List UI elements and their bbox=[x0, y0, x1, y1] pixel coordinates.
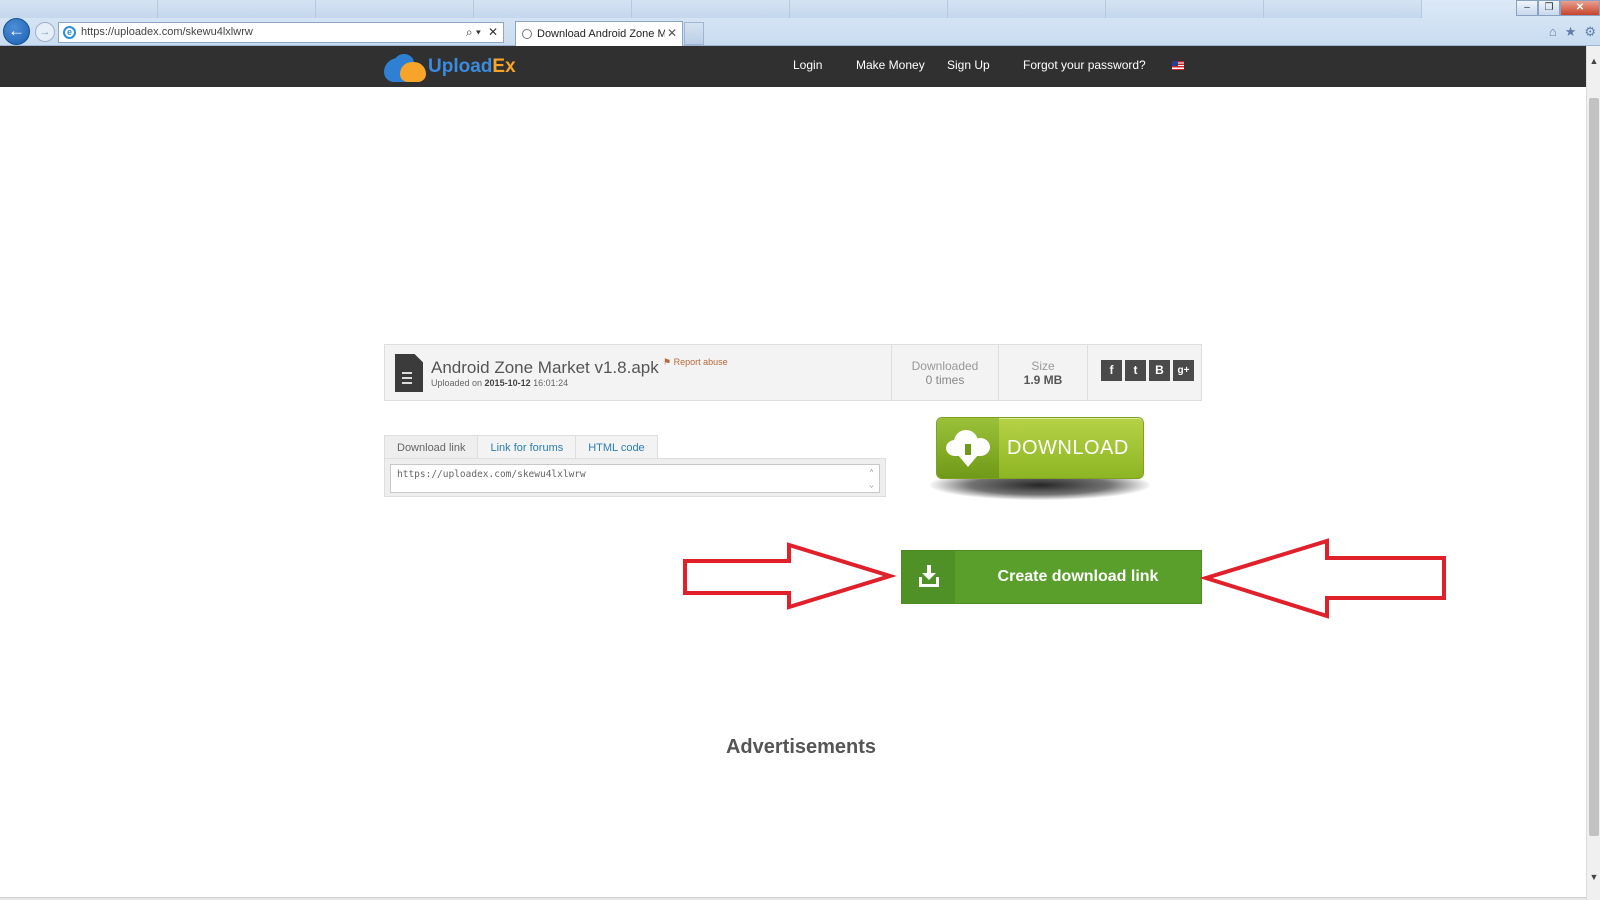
red-arrow-right bbox=[683, 542, 897, 610]
ie-logo-icon: e bbox=[63, 26, 76, 39]
social-share: f t B g+ bbox=[1087, 345, 1203, 400]
search-dropdown-icon[interactable]: ⌕ ▾ bbox=[466, 25, 481, 40]
active-tab[interactable]: Download Android Zone M... ✕ bbox=[515, 21, 683, 46]
forward-button[interactable]: → bbox=[35, 22, 55, 42]
blogger-icon[interactable]: B bbox=[1149, 360, 1170, 381]
create-download-link-label: Create download link bbox=[997, 568, 1159, 585]
textarea-scroll-icon[interactable]: ⌃ ⌄ bbox=[869, 467, 874, 491]
report-abuse-link[interactable]: ⚑ Report abuse bbox=[663, 357, 728, 368]
scroll-down-icon[interactable]: ▼ bbox=[1587, 870, 1600, 884]
tab-close-icon[interactable]: ✕ bbox=[667, 26, 677, 40]
nav-forgot-password[interactable]: Forgot your password? bbox=[1023, 58, 1146, 72]
scroll-thumb[interactable] bbox=[1589, 98, 1599, 836]
background-tab[interactable] bbox=[0, 0, 158, 18]
downloaded-stat: Downloaded 0 times bbox=[891, 345, 998, 400]
background-tab[interactable] bbox=[474, 0, 632, 18]
cloud-logo-icon bbox=[384, 52, 430, 82]
download-button-label: DOWNLOAD bbox=[1007, 437, 1129, 459]
back-button[interactable]: ← bbox=[3, 18, 30, 45]
size-value: 1.9 MB bbox=[1023, 373, 1063, 387]
stop-icon[interactable]: ✕ bbox=[488, 25, 498, 40]
link-tabs: Download link Link for forums HTML code bbox=[384, 435, 658, 459]
loading-icon bbox=[522, 29, 532, 39]
background-tab[interactable] bbox=[790, 0, 948, 18]
browser-chrome: – ❐ ✕ ← → e https://uploadex.com/skewu4l… bbox=[0, 0, 1600, 46]
tab-title: Download Android Zone M... bbox=[537, 28, 665, 40]
download-button[interactable]: DOWNLOAD bbox=[936, 417, 1144, 479]
advertisements-heading: Advertisements bbox=[725, 736, 877, 758]
download-link-field[interactable]: https://uploadex.com/skewu4lxlwrw ⌃ ⌄ bbox=[390, 464, 880, 493]
file-name: Android Zone Market v1.8.apk bbox=[431, 358, 659, 377]
share-link-box: Download link Link for forums HTML code … bbox=[384, 435, 886, 497]
address-url[interactable]: https://uploadex.com/skewu4lxlwrw bbox=[81, 26, 253, 38]
download-tray-icon bbox=[902, 551, 955, 603]
background-tab[interactable] bbox=[316, 0, 474, 18]
uploadex-logo[interactable]: UploadEx bbox=[384, 52, 516, 82]
scrollbar[interactable]: ▲ ▼ bbox=[1586, 46, 1600, 900]
favorites-star-icon[interactable]: ★ bbox=[1565, 24, 1577, 40]
us-flag-icon[interactable] bbox=[1172, 61, 1184, 70]
logo-text: UploadEx bbox=[428, 56, 516, 77]
scroll-up-icon[interactable]: ▲ bbox=[1587, 54, 1600, 68]
new-tab-button[interactable] bbox=[684, 22, 704, 45]
size-stat: Size 1.9 MB bbox=[998, 345, 1087, 400]
background-tab[interactable] bbox=[632, 0, 790, 18]
background-tab[interactable] bbox=[1264, 0, 1422, 18]
background-tab[interactable] bbox=[158, 0, 316, 18]
file-info-panel: Android Zone Market v1.8.apk ⚑ Report ab… bbox=[384, 344, 1202, 401]
browser-toolbar: ⌂ ★ ⚙ bbox=[1549, 24, 1596, 40]
size-label: Size bbox=[1031, 359, 1055, 373]
address-actions: ⌕ ▾ ✕ bbox=[466, 25, 498, 40]
upload-date: Uploaded on 2015-10-12 16:01:24 bbox=[431, 378, 569, 388]
nav-make-money[interactable]: Make Money bbox=[856, 58, 925, 72]
home-icon[interactable]: ⌂ bbox=[1549, 24, 1557, 40]
settings-gear-icon[interactable]: ⚙ bbox=[1584, 24, 1596, 40]
downloaded-value: 0 times bbox=[925, 373, 965, 387]
restore-button[interactable]: ❐ bbox=[1538, 0, 1560, 16]
site-header: UploadEx Login Make Money Sign Up Forgot… bbox=[0, 46, 1586, 87]
background-tab[interactable] bbox=[1106, 0, 1264, 18]
create-download-link-button[interactable]: Create download link bbox=[901, 550, 1202, 604]
twitter-icon[interactable]: t bbox=[1125, 360, 1146, 381]
downloaded-label: Downloaded bbox=[911, 359, 979, 373]
cloud-download-icon bbox=[937, 418, 999, 478]
background-tab[interactable] bbox=[948, 0, 1106, 18]
window-controls: – ❐ ✕ bbox=[1516, 0, 1600, 16]
file-icon bbox=[395, 354, 423, 392]
google-plus-icon[interactable]: g+ bbox=[1173, 360, 1194, 381]
minimize-button[interactable]: – bbox=[1516, 0, 1538, 16]
address-bar[interactable]: e https://uploadex.com/skewu4lxlwrw ⌕ ▾ … bbox=[58, 22, 504, 43]
close-window-button[interactable]: ✕ bbox=[1560, 0, 1600, 16]
link-panel: https://uploadex.com/skewu4lxlwrw ⌃ ⌄ bbox=[384, 458, 886, 497]
tab-html-code[interactable]: HTML code bbox=[575, 435, 658, 459]
tab-link-for-forums[interactable]: Link for forums bbox=[477, 435, 577, 459]
red-arrow-left bbox=[1199, 538, 1446, 619]
facebook-icon[interactable]: f bbox=[1101, 360, 1122, 381]
tab-download-link[interactable]: Download link bbox=[384, 435, 479, 459]
nav-sign-up[interactable]: Sign Up bbox=[947, 58, 990, 72]
nav-login[interactable]: Login bbox=[793, 58, 822, 72]
background-tabs bbox=[0, 0, 1600, 18]
download-link-text: https://uploadex.com/skewu4lxlwrw bbox=[397, 469, 586, 480]
